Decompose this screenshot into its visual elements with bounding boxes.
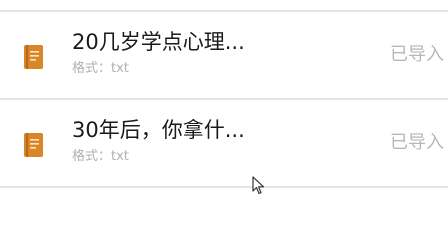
- format-label: 格式：: [72, 149, 112, 164]
- book-format: 格式：txt: [72, 148, 129, 166]
- book-icon: [24, 45, 43, 69]
- import-status: 已导入: [390, 44, 444, 65]
- list-item[interactable]: 20几岁学点心理... 格式：txt 已导入: [0, 12, 448, 98]
- list-divider: [0, 186, 448, 188]
- book-format: 格式：txt: [72, 60, 129, 78]
- mouse-pointer-icon: [252, 176, 265, 195]
- list-item[interactable]: 30年后，你拿什... 格式：txt 已导入: [0, 100, 448, 186]
- import-status: 已导入: [390, 132, 444, 153]
- format-value: txt: [111, 149, 129, 164]
- book-icon: [24, 133, 43, 157]
- book-title: 20几岁学点心理...: [72, 30, 245, 54]
- book-title: 30年后，你拿什...: [72, 118, 245, 142]
- format-label: 格式：: [72, 61, 112, 76]
- format-value: txt: [111, 61, 129, 76]
- book-import-list: 20几岁学点心理... 格式：txt 已导入 30年后，你拿什... 格式：tx…: [0, 0, 448, 252]
